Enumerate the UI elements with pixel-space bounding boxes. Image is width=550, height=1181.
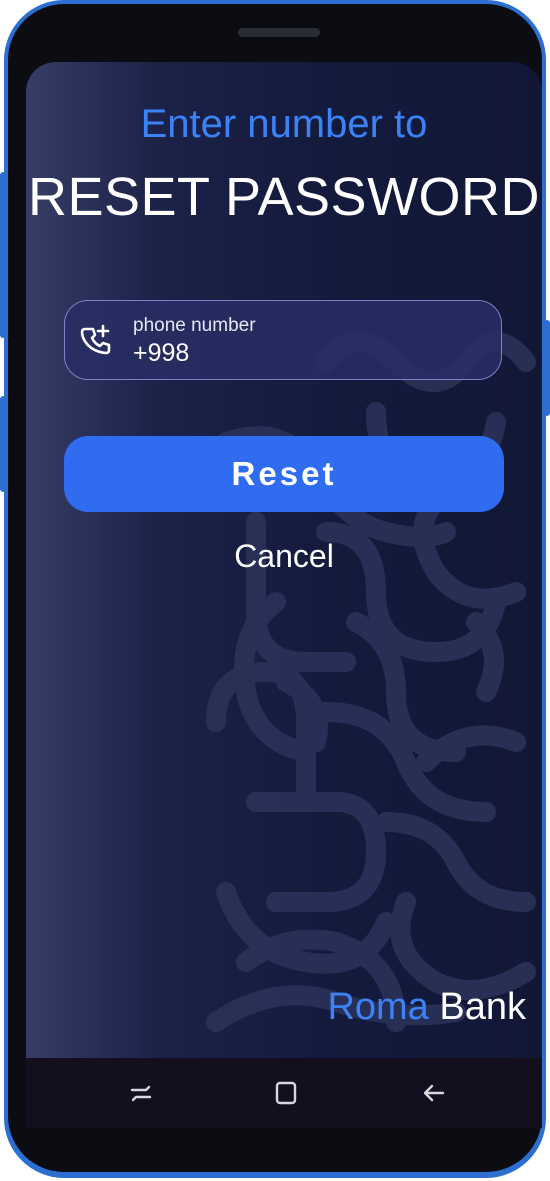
heading-subtitle: Enter number to xyxy=(140,102,428,146)
page-title: RESET PASSWORD xyxy=(27,167,541,227)
reset-button[interactable]: Reset xyxy=(64,436,504,512)
home-icon[interactable] xyxy=(271,1078,301,1108)
brand-logo: Roma Bank xyxy=(327,986,526,1029)
cancel-button[interactable]: Cancel xyxy=(26,538,542,575)
power-button xyxy=(544,320,550,416)
phone-number-field[interactable]: phone number +998 xyxy=(64,300,502,380)
system-navigation-bar xyxy=(26,1058,542,1128)
phone-input[interactable]: +998 xyxy=(133,339,189,368)
brand-name-first: Roma xyxy=(327,986,429,1028)
phone-frame: Enter number to RESET PASSWORD phone num… xyxy=(0,0,550,1178)
recent-apps-icon[interactable] xyxy=(126,1078,156,1108)
side-button xyxy=(0,396,6,492)
brand-name-second: Bank xyxy=(439,986,526,1028)
field-label: phone number xyxy=(133,315,256,336)
volume-button xyxy=(0,172,6,338)
app-screen: Enter number to RESET PASSWORD phone num… xyxy=(26,62,542,1122)
phone-add-icon xyxy=(80,324,111,355)
speaker-grille xyxy=(238,28,320,37)
back-icon[interactable] xyxy=(418,1078,448,1108)
